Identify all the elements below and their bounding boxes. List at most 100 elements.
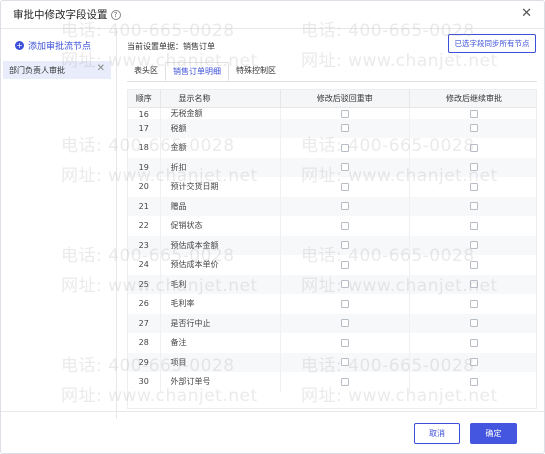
tab-divider <box>127 81 537 82</box>
add-node-button[interactable]: + 添加审批流节点 <box>15 39 91 52</box>
reject-recheck-cell <box>280 294 411 314</box>
continue-approve-checkbox[interactable] <box>470 260 479 269</box>
continue-approve-checkbox[interactable] <box>470 182 479 191</box>
reject-recheck-cell <box>280 313 411 333</box>
continue-approve-checkbox[interactable] <box>470 319 479 328</box>
table-row: 20 预计交货日期 <box>128 177 536 197</box>
reject-recheck-checkbox[interactable] <box>340 260 349 269</box>
row-seq: 22 <box>128 216 161 236</box>
row-name: 促销状态 <box>160 216 281 236</box>
main-panel: 当前设置单据：销售订单 已选字段同步所有节点 表头区 销售订单明细 特殊控制区 … <box>117 29 544 419</box>
reject-recheck-checkbox[interactable] <box>340 110 349 118</box>
continue-approve-checkbox[interactable] <box>470 163 479 172</box>
reject-recheck-checkbox[interactable] <box>340 241 349 250</box>
row-seq: 25 <box>128 274 161 294</box>
row-seq: 20 <box>128 177 161 197</box>
table-row: 19 折扣 <box>128 157 536 177</box>
continue-approve-checkbox[interactable] <box>470 221 479 230</box>
row-seq: 23 <box>128 235 161 255</box>
tab-special-control[interactable]: 特殊控制区 <box>229 62 283 81</box>
table-row: 22 促销状态 <box>128 216 536 236</box>
continue-approve-checkbox[interactable] <box>470 241 479 250</box>
reject-recheck-cell <box>280 177 411 197</box>
row-seq: 16 <box>128 107 161 119</box>
sync-all-nodes-button[interactable]: 已选字段同步所有节点 <box>448 34 536 53</box>
header-name: 显示名称 <box>160 90 281 108</box>
header-continue-approve: 修改后继续审批 <box>409 90 536 108</box>
reject-recheck-checkbox[interactable] <box>340 202 349 211</box>
continue-approve-cell <box>410 294 536 314</box>
table-header-row: 顺序 显示名称 修改后驳回重审 修改后继续审批 <box>128 90 536 108</box>
reject-recheck-checkbox[interactable] <box>340 319 349 328</box>
continue-approve-cell <box>410 138 536 158</box>
continue-approve-cell <box>409 352 536 372</box>
continue-approve-cell <box>409 313 536 333</box>
tab-bar: 表头区 销售订单明细 特殊控制区 <box>127 62 283 82</box>
header-seq: 顺序 <box>128 90 161 108</box>
reject-recheck-cell <box>280 216 411 236</box>
row-seq: 28 <box>128 333 161 353</box>
close-icon[interactable]: ✕ <box>521 7 532 21</box>
table-row: 26 毛利率 <box>128 294 536 314</box>
reject-recheck-checkbox[interactable] <box>340 163 349 172</box>
reject-recheck-checkbox[interactable] <box>340 124 349 133</box>
sidebar-node-item[interactable]: 部门负责人审批 ✕ <box>3 61 111 79</box>
continue-approve-checkbox[interactable] <box>470 358 479 367</box>
reject-recheck-cell <box>280 352 411 372</box>
remove-node-icon[interactable]: ✕ <box>97 63 105 74</box>
table-row: 16 无税金额 <box>128 107 536 119</box>
row-name: 预计交货日期 <box>160 177 281 197</box>
continue-approve-checkbox[interactable] <box>470 299 479 308</box>
row-seq: 26 <box>128 294 161 314</box>
reject-recheck-checkbox[interactable] <box>340 338 349 347</box>
reject-recheck-checkbox[interactable] <box>340 358 349 367</box>
row-seq: 24 <box>128 255 161 275</box>
row-seq: 17 <box>128 118 161 138</box>
row-seq: 18 <box>128 138 161 158</box>
reject-recheck-checkbox[interactable] <box>340 299 349 308</box>
continue-approve-checkbox[interactable] <box>470 377 479 386</box>
row-name: 毛利率 <box>160 294 281 314</box>
table-row: 24 预估成本单价 <box>128 255 536 275</box>
node-label: 部门负责人审批 <box>9 65 65 75</box>
table-row: 17 税额 <box>128 118 536 138</box>
continue-approve-cell <box>409 235 536 255</box>
continue-approve-checkbox[interactable] <box>470 124 479 133</box>
table-row: 23 预估成本金额 <box>128 235 536 255</box>
reject-recheck-checkbox[interactable] <box>340 280 349 289</box>
dialog-footer: 取消 确定 <box>1 411 544 453</box>
row-name: 预估成本单价 <box>160 255 281 275</box>
reject-recheck-cell <box>280 196 411 216</box>
continue-approve-checkbox[interactable] <box>470 110 479 118</box>
cancel-button[interactable]: 取消 <box>414 423 460 444</box>
reject-recheck-checkbox[interactable] <box>340 143 349 152</box>
reject-recheck-cell <box>280 118 411 138</box>
reject-recheck-checkbox[interactable] <box>340 182 349 191</box>
row-seq: 30 <box>128 372 161 392</box>
continue-approve-checkbox[interactable] <box>470 338 479 347</box>
field-table[interactable]: 顺序 显示名称 修改后驳回重审 修改后继续审批 16 无税金额 17 税额 18 金额 19… <box>127 89 537 409</box>
continue-approve-checkbox[interactable] <box>470 202 479 211</box>
row-seq: 29 <box>128 352 161 372</box>
row-name: 备注 <box>160 333 281 353</box>
header-reject-recheck: 修改后驳回重审 <box>280 90 411 108</box>
current-doc-label: 当前设置单据：销售订单 <box>127 42 215 51</box>
help-icon[interactable]: ? <box>110 9 121 20</box>
row-name: 预估成本金额 <box>160 235 281 255</box>
row-name: 项目 <box>160 352 281 372</box>
continue-approve-checkbox[interactable] <box>470 143 479 152</box>
row-name: 税额 <box>160 118 281 138</box>
reject-recheck-checkbox[interactable] <box>340 377 349 386</box>
tab-sales-order-detail[interactable]: 销售订单明细 <box>165 62 229 81</box>
table-row: 18 金额 <box>128 138 536 158</box>
ok-button[interactable]: 确定 <box>470 423 517 444</box>
tab-header-area[interactable]: 表头区 <box>127 62 165 81</box>
table-row: 27 是否行中止 <box>128 313 536 333</box>
plus-circle-icon: + <box>15 41 24 50</box>
continue-approve-cell <box>410 216 536 236</box>
reject-recheck-checkbox[interactable] <box>340 221 349 230</box>
row-seq: 21 <box>128 196 161 216</box>
continue-approve-cell <box>410 177 536 197</box>
continue-approve-checkbox[interactable] <box>470 280 479 289</box>
table-row: 28 备注 <box>128 333 536 353</box>
